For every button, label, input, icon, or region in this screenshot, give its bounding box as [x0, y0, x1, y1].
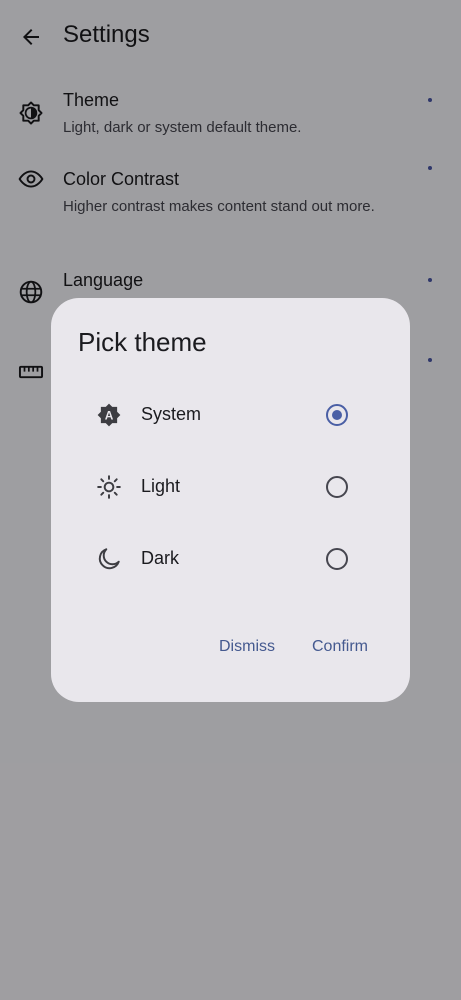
theme-option-system[interactable]: A System: [79, 387, 389, 443]
pick-theme-dialog: Pick theme A System Light Dark Dismiss C…: [51, 298, 410, 702]
option-label: Light: [141, 476, 181, 496]
sun-icon: [95, 473, 123, 501]
moon-icon: [95, 545, 123, 573]
auto-theme-icon: A: [95, 401, 123, 429]
theme-option-light[interactable]: Light: [79, 459, 389, 515]
radio-button[interactable]: [326, 476, 348, 498]
option-label: Dark: [141, 548, 180, 568]
radio-button-selected[interactable]: [326, 404, 348, 426]
option-label: System: [141, 404, 202, 424]
theme-option-dark[interactable]: Dark: [79, 531, 389, 587]
dialog-title: Pick theme: [78, 327, 207, 357]
svg-text:A: A: [105, 409, 114, 423]
dismiss-button[interactable]: Dismiss: [219, 638, 275, 656]
confirm-button[interactable]: Confirm: [312, 638, 368, 656]
radio-button[interactable]: [326, 548, 348, 570]
